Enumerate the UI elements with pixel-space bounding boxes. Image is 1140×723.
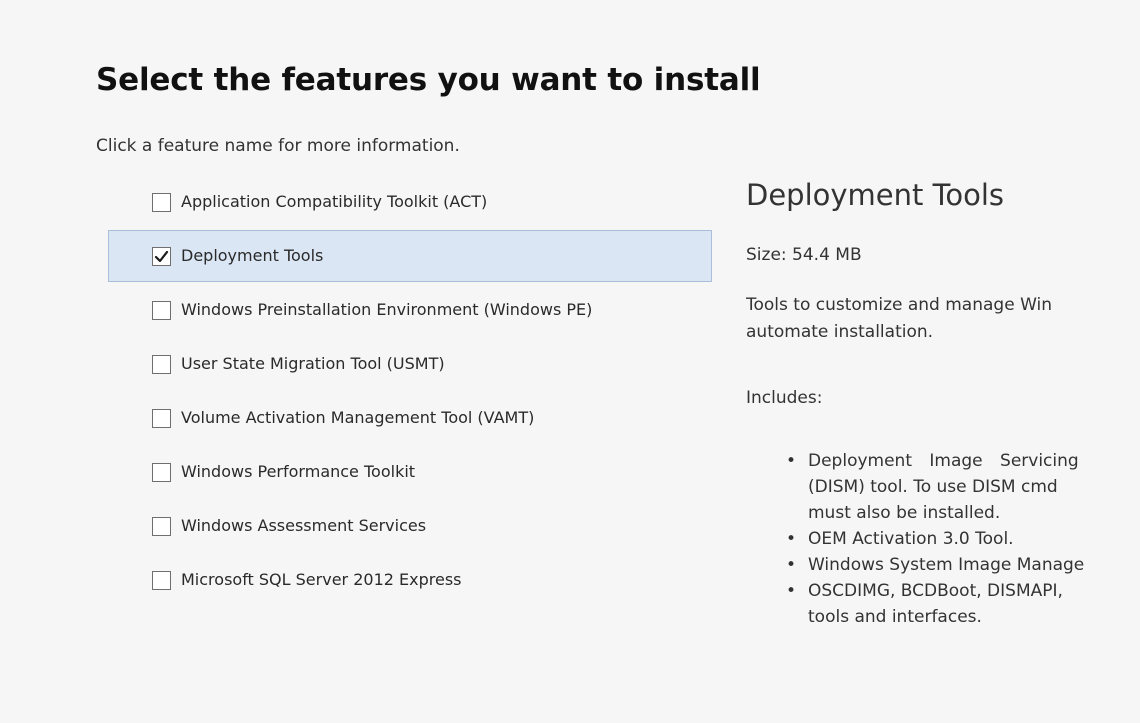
- includes-line: Deployment Image Servicing: [808, 451, 1079, 471]
- checkbox-act[interactable]: [152, 193, 171, 212]
- page-title: Select the features you want to install: [96, 62, 761, 98]
- includes-item: • Deployment Image Servicing (DISM) tool…: [772, 448, 1140, 526]
- includes-line: OEM Activation 3.0 Tool.: [808, 529, 1014, 549]
- feature-label-vamt[interactable]: Volume Activation Management Tool (VAMT): [181, 408, 534, 427]
- includes-item: • Windows System Image Manage: [772, 552, 1140, 578]
- feature-label-deployment-tools[interactable]: Deployment Tools: [181, 246, 323, 265]
- feature-label-windows-pe[interactable]: Windows Preinstallation Environment (Win…: [181, 300, 592, 319]
- checkbox-usmt[interactable]: [152, 355, 171, 374]
- checkbox-assessment-services[interactable]: [152, 517, 171, 536]
- includes-line: Windows System Image Manage: [808, 555, 1085, 575]
- includes-line: (DISM) tool. To use DISM cmd: [808, 477, 1058, 497]
- details-description-line: automate installation.: [746, 322, 934, 342]
- checkbox-deployment-tools[interactable]: [152, 247, 171, 266]
- checkbox-sql-server-express[interactable]: [152, 571, 171, 590]
- feature-label-assessment-services[interactable]: Windows Assessment Services: [181, 516, 426, 535]
- bullet-icon: •: [786, 451, 797, 471]
- checkbox-vamt[interactable]: [152, 409, 171, 428]
- includes-item: • OEM Activation 3.0 Tool.: [772, 526, 1140, 552]
- bullet-icon: •: [786, 581, 797, 601]
- includes-line: tools and interfaces.: [808, 607, 982, 627]
- feature-item-windows-pe[interactable]: Windows Preinstallation Environment (Win…: [108, 284, 712, 336]
- bullet-icon: •: [786, 555, 797, 575]
- includes-item: • OSCDIMG, BCDBoot, DISMAPI, tools and i…: [772, 578, 1140, 630]
- details-description-line: Tools to customize and manage Win: [746, 295, 1053, 315]
- checkbox-windows-pe[interactable]: [152, 301, 171, 320]
- page-subtitle: Click a feature name for more informatio…: [96, 136, 460, 156]
- feature-details-panel: Deployment Tools Size: 54.4 MB Tools to …: [746, 176, 1140, 716]
- includes-line: must also be installed.: [808, 503, 1001, 523]
- feature-list: Application Compatibility Toolkit (ACT) …: [108, 176, 712, 608]
- feature-label-act[interactable]: Application Compatibility Toolkit (ACT): [181, 192, 487, 211]
- feature-item-usmt[interactable]: User State Migration Tool (USMT): [108, 338, 712, 390]
- details-includes-label: Includes:: [746, 388, 823, 408]
- feature-item-deployment-tools[interactable]: Deployment Tools: [108, 230, 712, 282]
- feature-label-sql-server-express[interactable]: Microsoft SQL Server 2012 Express: [181, 570, 461, 589]
- checkmark-icon: [154, 250, 169, 263]
- install-features-page: Select the features you want to install …: [0, 0, 1140, 723]
- feature-item-vamt[interactable]: Volume Activation Management Tool (VAMT): [108, 392, 712, 444]
- bullet-icon: •: [786, 529, 797, 549]
- feature-item-sql-server-express[interactable]: Microsoft SQL Server 2012 Express: [108, 554, 712, 606]
- feature-label-performance-toolkit[interactable]: Windows Performance Toolkit: [181, 462, 415, 481]
- includes-line: OSCDIMG, BCDBoot, DISMAPI,: [808, 581, 1063, 601]
- feature-item-assessment-services[interactable]: Windows Assessment Services: [108, 500, 712, 552]
- details-title: Deployment Tools: [746, 178, 1005, 212]
- feature-label-usmt[interactable]: User State Migration Tool (USMT): [181, 354, 445, 373]
- details-description: Tools to customize and manage Win automa…: [746, 292, 1140, 346]
- feature-item-act[interactable]: Application Compatibility Toolkit (ACT): [108, 176, 712, 228]
- details-size: Size: 54.4 MB: [746, 245, 862, 265]
- checkbox-performance-toolkit[interactable]: [152, 463, 171, 482]
- feature-item-performance-toolkit[interactable]: Windows Performance Toolkit: [108, 446, 712, 498]
- includes-list: • Deployment Image Servicing (DISM) tool…: [772, 448, 1140, 630]
